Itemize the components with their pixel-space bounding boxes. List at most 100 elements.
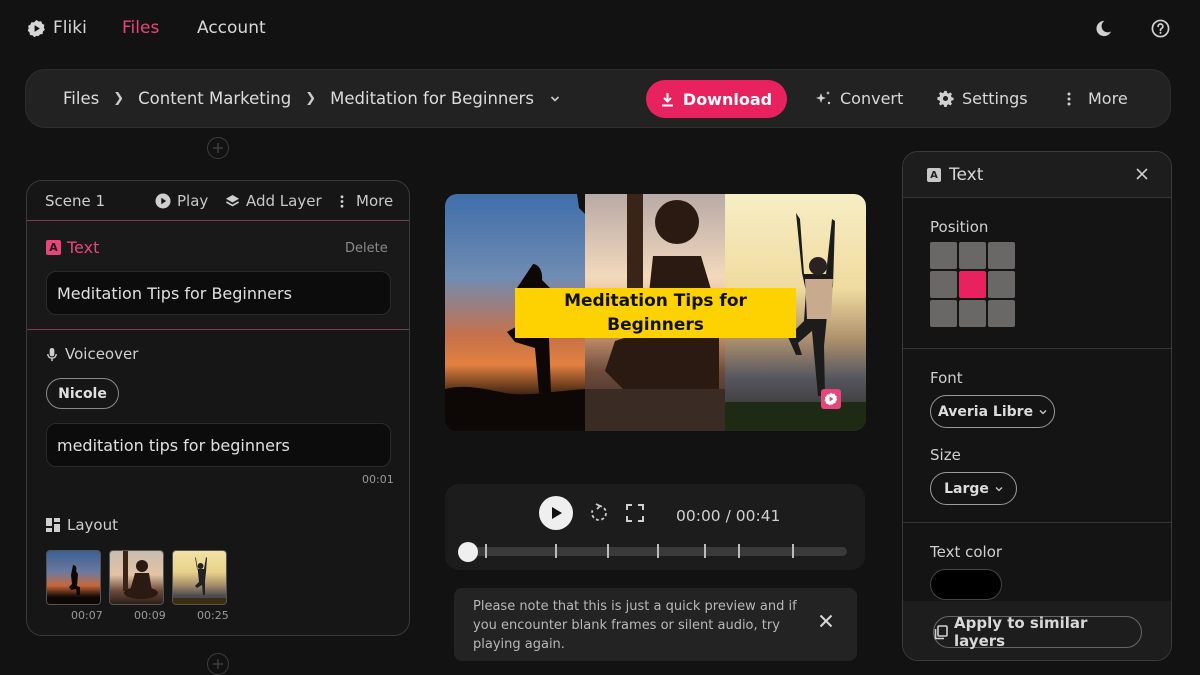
position-middle-right[interactable] — [988, 271, 1015, 298]
text-layer-section[interactable]: A Text Delete Meditation Tips for Beginn… — [27, 220, 409, 330]
font-dropdown[interactable]: Averia Libre — [930, 395, 1055, 428]
apply-to-similar-layers-button[interactable]: Apply to similar layers — [933, 614, 1142, 650]
preview-notice: Please note that this is just a quick pr… — [454, 588, 857, 661]
panel-header: A Text — [903, 152, 1171, 198]
scene-more-label: More — [356, 192, 394, 210]
add-scene-below-button[interactable] — [207, 653, 229, 675]
voiceover-text-input[interactable]: meditation tips for beginners — [46, 423, 391, 467]
position-top-left[interactable] — [930, 242, 957, 269]
player-controls: 00:00 / 00:41 — [445, 484, 865, 570]
panel-title-text: Text — [949, 165, 984, 185]
position-middle-left[interactable] — [930, 271, 957, 298]
voiceover-duration: 00:01 — [362, 473, 394, 486]
notice-text: Please note that this is just a quick pr… — [473, 599, 797, 652]
scene-more-button[interactable]: More — [339, 192, 393, 210]
apply-label: Apply to similar layers — [954, 614, 1088, 650]
voiceover-label: Voiceover — [46, 345, 138, 363]
voice-selector[interactable]: Nicole — [46, 378, 119, 409]
delete-layer-button[interactable]: Delete — [345, 241, 388, 256]
time-display: 00:00 / 00:41 — [676, 507, 781, 525]
text-layer-title: Text — [67, 238, 100, 257]
position-bottom-right[interactable] — [988, 300, 1015, 327]
thumbnail-time: 00:09 — [134, 609, 166, 622]
close-panel-button[interactable] — [1136, 168, 1148, 180]
breadcrumb-project[interactable]: Meditation for Beginners — [330, 89, 534, 108]
moon-icon[interactable] — [1094, 19, 1113, 38]
text-properties-panel: A Text Position Font Averia Libre Size L… — [902, 151, 1172, 661]
scene-marker — [792, 544, 794, 558]
font-value: Averia Libre — [937, 403, 1034, 420]
replay-icon — [589, 503, 609, 523]
position-top-right[interactable] — [988, 242, 1015, 269]
voiceover-title: Voiceover — [65, 345, 139, 363]
layout-thumbnail-1[interactable] — [46, 550, 101, 605]
fullscreen-button[interactable] — [626, 504, 644, 522]
copy-icon — [934, 624, 948, 640]
panel-title: A Text — [927, 165, 983, 185]
layout-thumbnail-2[interactable] — [109, 550, 164, 605]
convert-label: Convert — [840, 89, 904, 108]
text-color-swatch[interactable] — [930, 569, 1002, 600]
play-button[interactable] — [539, 496, 573, 530]
scene-marker — [555, 544, 557, 558]
play-circle-icon — [155, 193, 171, 209]
chevron-down-icon[interactable] — [550, 95, 560, 103]
scene-card: Scene 1 Play Add Layer More A Text Delet… — [26, 180, 410, 636]
layout-thumbnail-3[interactable] — [172, 550, 227, 605]
position-grid — [930, 242, 1015, 327]
timeline-track[interactable] — [459, 547, 847, 556]
preview-text-overlay[interactable]: Meditation Tips for Beginners — [515, 288, 796, 338]
add-layer-label: Add Layer — [246, 192, 322, 210]
nav-account[interactable]: Account — [197, 18, 266, 38]
size-value: Large — [944, 480, 989, 497]
position-middle-center[interactable] — [959, 271, 986, 298]
position-top-center[interactable] — [959, 242, 986, 269]
layout-label: Layout — [46, 516, 118, 534]
play-icon — [549, 505, 563, 521]
chevron-right-icon: ❯ — [113, 91, 125, 106]
chevron-down-icon — [1039, 409, 1047, 415]
microphone-icon — [46, 347, 58, 362]
thumbnail-time: 00:25 — [197, 609, 229, 622]
help-icon[interactable] — [1151, 19, 1170, 38]
text-layer-icon: A — [927, 168, 941, 182]
close-icon — [819, 614, 833, 628]
text-layer-input[interactable]: Meditation Tips for Beginners — [46, 271, 391, 315]
text-color-label: Text color — [930, 543, 1003, 561]
breadcrumb-folder[interactable]: Content Marketing — [138, 89, 291, 108]
top-nav: Fliki Files Account — [0, 0, 1200, 58]
timeline-scrubber[interactable] — [458, 542, 478, 562]
scene-marker — [738, 544, 740, 558]
layout-grid-icon — [46, 518, 60, 532]
more-vertical-icon — [1066, 91, 1072, 107]
more-button[interactable]: More — [1066, 89, 1128, 108]
size-dropdown[interactable]: Large — [930, 472, 1017, 505]
chevron-down-icon — [995, 486, 1003, 492]
add-layer-button[interactable]: Add Layer — [225, 192, 322, 210]
add-scene-above-button[interactable] — [207, 137, 229, 159]
position-bottom-center[interactable] — [959, 300, 986, 327]
download-button[interactable]: Download — [646, 80, 787, 118]
brand-name: Fliki — [53, 18, 87, 38]
scene-play-button[interactable]: Play — [155, 192, 208, 210]
close-icon — [1136, 168, 1148, 180]
fliki-watermark-icon — [821, 389, 841, 409]
scene-title: Scene 1 — [45, 192, 106, 210]
project-toolbar: Files ❯ Content Marketing ❯ Meditation f… — [25, 69, 1171, 128]
settings-label: Settings — [962, 89, 1028, 108]
video-preview[interactable]: Meditation Tips for Beginners — [445, 194, 866, 431]
more-vertical-icon — [339, 194, 345, 209]
panel-footer: Apply to similar layers — [903, 601, 1171, 660]
nav-files[interactable]: Files — [122, 18, 159, 38]
replay-button[interactable] — [589, 503, 609, 523]
plus-icon — [212, 658, 224, 670]
scene-marker — [607, 544, 609, 558]
layout-title: Layout — [67, 516, 118, 534]
convert-button[interactable]: Convert — [815, 89, 903, 108]
settings-button[interactable]: Settings — [937, 89, 1028, 108]
breadcrumb-files[interactable]: Files — [63, 89, 99, 108]
position-bottom-left[interactable] — [930, 300, 957, 327]
close-notice-button[interactable] — [819, 614, 833, 628]
thumbnail-time: 00:07 — [71, 609, 103, 622]
brand-logo[interactable]: Fliki — [27, 18, 87, 38]
